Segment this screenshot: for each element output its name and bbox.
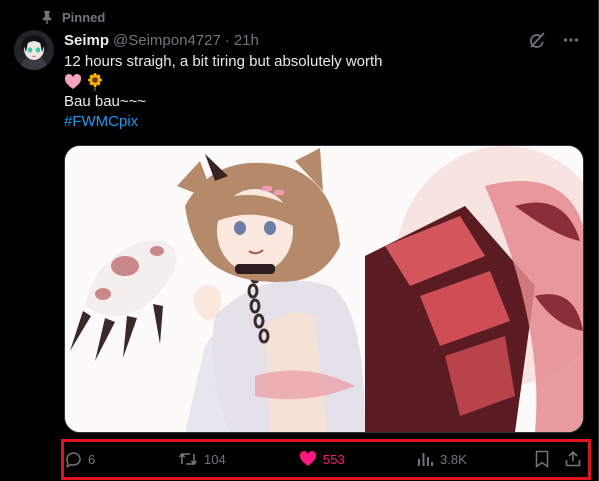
views-button[interactable]: 3.8K [416,445,467,473]
sunflower-emoji-icon [87,73,103,91]
pink-heart-emoji-icon [64,74,82,89]
share-icon [565,450,581,467]
tweet-text-line-2: Bau bau~~~ [64,93,147,110]
timestamp[interactable]: 21h [234,32,259,49]
repost-button[interactable]: 104 [178,445,226,473]
like-button[interactable]: 553 [299,445,345,473]
avatar[interactable] [14,30,54,70]
repost-count: 104 [204,451,226,467]
pinned-indicator: Pinned [41,8,105,26]
pin-icon [42,11,52,24]
display-name[interactable]: Seimp [64,32,109,49]
reply-icon [66,452,81,468]
grok-icon[interactable] [528,31,546,49]
bookmark-icon [535,450,549,468]
hashtag-link[interactable]: #FWMCpix [64,112,584,132]
reply-button[interactable]: 6 [64,445,95,473]
tweet-action-bar: 6 104 553 3.8K [64,445,584,473]
share-button[interactable] [564,445,582,473]
reply-count: 6 [88,451,96,467]
more-icon[interactable] [563,31,579,49]
view-count: 3.8K [440,451,467,467]
tweet-header: Seimp @Seimpon4727 · 21h [64,30,259,50]
views-icon [418,453,433,466]
user-handle[interactable]: @Seimpon4727 [113,32,221,49]
separator-dot: · [224,31,230,49]
like-count: 553 [323,451,345,467]
tweet-image[interactable] [64,145,584,433]
tweet-text-line-1: 12 hours straigh, a bit tiring but absol… [64,53,383,70]
anime-artwork-image [65,146,583,432]
repost-icon [178,452,198,466]
tweet-top-actions [528,31,579,49]
tweet-text: 12 hours straigh, a bit tiring but absol… [64,52,584,132]
bookmark-button[interactable] [534,445,550,473]
heart-icon [299,451,317,466]
pinned-label: Pinned [62,9,106,25]
emoji-row [64,72,584,92]
